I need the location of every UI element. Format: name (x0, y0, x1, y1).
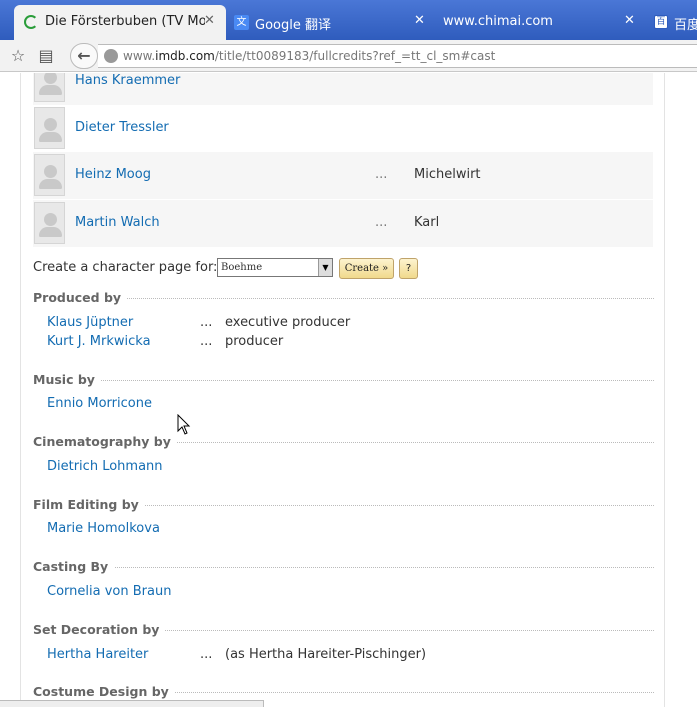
tab-close-icon[interactable]: ✕ (204, 13, 215, 28)
ellipsis: ... (375, 167, 388, 182)
tab-title: Google 翻译 (255, 18, 331, 33)
avatar-placeholder-icon[interactable] (34, 202, 65, 244)
character-select[interactable]: Boehme ▼ (217, 258, 333, 277)
globe-icon (104, 49, 118, 63)
tab-title: Die Försterbuben (TV Mo... (45, 14, 205, 29)
create-character-label: Create a character page for: (33, 260, 218, 275)
section-title: Film Editing by (33, 497, 145, 512)
tab-baidu[interactable]: 百 百度 (646, 5, 697, 40)
cast-row: Dieter Tressler (33, 105, 653, 152)
url-path: /title/tt0089183/fullcredits?ref_=tt_cl_… (214, 49, 496, 63)
url-text: www.imdb.com/title/tt0089183/fullcredits… (123, 49, 495, 63)
cast-name-link[interactable]: Heinz Moog (75, 167, 151, 182)
crew-row: Marie Homolkova (47, 521, 647, 539)
section-header: Costume Design by (33, 684, 654, 700)
tab-imdb[interactable]: Die Försterbuben (TV Mo... ✕ (14, 5, 226, 40)
section-header: Set Decoration by (33, 622, 654, 638)
crew-row: Klaus Jüptner ... executive producer (47, 315, 647, 333)
dropdown-arrow-icon[interactable]: ▼ (318, 259, 332, 276)
section-title: Produced by (33, 290, 128, 305)
section-header: Casting By (33, 559, 654, 575)
avatar-placeholder-icon[interactable] (34, 107, 65, 149)
tab-title: www.chimai.com (443, 14, 553, 29)
mouse-cursor-icon (177, 414, 191, 435)
ellipsis: ... (200, 647, 213, 662)
crew-row: Dietrich Lohmann (47, 459, 647, 477)
create-button[interactable]: Create » (339, 258, 394, 279)
crew-name-link[interactable]: Kurt J. Mrkwicka (47, 334, 151, 349)
cast-name-link[interactable]: Dieter Tressler (75, 120, 169, 135)
crew-credit: (as Hertha Hareiter-Pischinger) (225, 647, 427, 662)
crew-row: Cornelia von Braun (47, 584, 647, 602)
star-icon[interactable]: ☆ (8, 46, 28, 66)
avatar-placeholder-icon[interactable] (34, 154, 65, 196)
address-bar[interactable]: www.imdb.com/title/tt0089183/fullcredits… (98, 44, 697, 68)
back-arrow-icon: ← (77, 46, 91, 65)
tab-strip: Die Försterbuben (TV Mo... ✕ 文 Google 翻译… (0, 0, 697, 40)
cast-name-link[interactable]: Martin Walch (75, 215, 160, 230)
status-bar (0, 700, 264, 707)
character-select-value: Boehme (221, 262, 263, 273)
cast-row: Hans Kraemmer (33, 73, 653, 105)
section-title: Casting By (33, 559, 115, 574)
cast-row: Heinz Moog ... Michelwirt (33, 152, 653, 199)
avatar-placeholder-icon[interactable] (34, 73, 65, 102)
crew-row: Kurt J. Mrkwicka ... producer (47, 334, 647, 352)
google-translate-icon: 文 (234, 15, 249, 30)
tab-close-icon[interactable]: ✕ (414, 13, 425, 28)
section-header: Film Editing by (33, 497, 654, 513)
section-title: Costume Design by (33, 684, 175, 699)
crew-name-link[interactable]: Klaus Jüptner (47, 315, 133, 330)
baidu-icon: 百 (654, 15, 668, 29)
crew-name-link[interactable]: Cornelia von Braun (47, 584, 171, 599)
url-host: imdb.com (155, 49, 215, 63)
browser-toolbar: ☆ ▤ ← www.imdb.com/title/tt0089183/fullc… (0, 40, 697, 72)
section-header: Cinematography by (33, 434, 654, 450)
crew-credit: executive producer (225, 315, 351, 330)
cast-name-link[interactable]: Hans Kraemmer (75, 73, 180, 88)
page-viewport: Hans Kraemmer Dieter Tressler Heinz Moog… (0, 73, 697, 707)
reader-icon[interactable]: ▤ (36, 46, 56, 66)
tab-close-icon[interactable]: ✕ (624, 13, 635, 28)
ellipsis: ... (375, 215, 388, 230)
section-title: Set Decoration by (33, 622, 166, 637)
url-prefix: www. (123, 49, 156, 63)
loading-spinner-icon (24, 15, 38, 29)
ellipsis: ... (200, 334, 213, 349)
character-name: Michelwirt (414, 167, 481, 182)
ellipsis: ... (200, 315, 213, 330)
crew-row: Hertha Hareiter ... (as Hertha Hareiter-… (47, 647, 647, 665)
cast-row: Martin Walch ... Karl (33, 200, 653, 247)
crew-name-link[interactable]: Hertha Hareiter (47, 647, 148, 662)
section-header: Music by (33, 372, 654, 388)
tab-chimai[interactable]: www.chimai.com ✕ (434, 5, 646, 40)
help-button[interactable]: ? (399, 258, 418, 279)
crew-credit: producer (225, 334, 284, 349)
section-title: Cinematography by (33, 434, 177, 449)
section-header: Produced by (33, 290, 654, 306)
crew-name-link[interactable]: Ennio Morricone (47, 396, 152, 411)
character-name: Karl (414, 215, 440, 230)
tab-title: 百度 (674, 18, 697, 33)
crew-name-link[interactable]: Dietrich Lohmann (47, 459, 163, 474)
back-button[interactable]: ← (70, 43, 98, 69)
crew-name-link[interactable]: Marie Homolkova (47, 521, 160, 536)
credits-content: Hans Kraemmer Dieter Tressler Heinz Moog… (20, 73, 665, 707)
create-character-page: Create a character page for: Boehme ▼ Cr… (33, 258, 653, 282)
tab-google-translate[interactable]: 文 Google 翻译 ✕ (226, 5, 434, 40)
crew-row: Ennio Morricone (47, 396, 647, 414)
section-title: Music by (33, 372, 101, 387)
